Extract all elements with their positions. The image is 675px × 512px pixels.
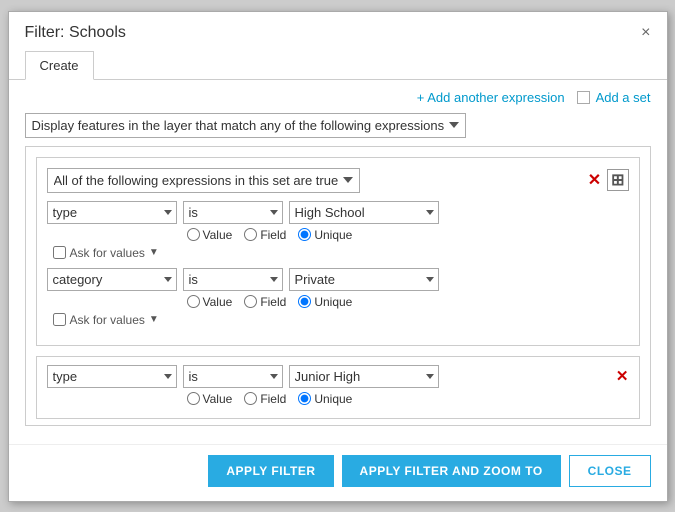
match-row: Display features in the layer that match…: [25, 113, 651, 138]
set1-expr2-op[interactable]: is: [183, 268, 283, 291]
add-expression-button[interactable]: + Add another expression: [417, 90, 565, 105]
set1-expr1-ask-label: Ask for values: [70, 246, 145, 260]
set1-expr1-field[interactable]: type: [47, 201, 177, 224]
set2-remove-icon[interactable]: ✕: [616, 367, 629, 385]
dialog-body: + Add another expression Add a set Displ…: [9, 80, 667, 436]
close-x-icon[interactable]: ×: [641, 25, 650, 41]
set1-expr1-op[interactable]: is: [183, 201, 283, 224]
set2-container: type is Junior High ✕ Value Field: [36, 356, 640, 419]
dialog-title: Filter: Schools: [25, 24, 126, 42]
set1-expr2-radio-value[interactable]: Value: [187, 295, 233, 309]
set1-expr1-row: type is High School: [47, 201, 629, 224]
set1-remove-icon[interactable]: ✕: [588, 170, 601, 190]
set1-expr1-ask-arrow[interactable]: ▼: [149, 247, 159, 258]
tab-create[interactable]: Create: [25, 51, 94, 80]
apply-filter-button[interactable]: APPLY FILTER: [208, 455, 333, 487]
title-bar: Filter: Schools ×: [9, 12, 667, 50]
set1-expr2-radio-group: Value Field Unique: [53, 295, 629, 309]
set1-expr1-radio-value[interactable]: Value: [187, 228, 233, 242]
set1-expr2-radio-unique[interactable]: Unique: [298, 295, 352, 309]
set1-container: All of the following expressions in this…: [36, 157, 640, 346]
add-set-checkbox-container: Add a set: [577, 90, 651, 105]
set2-expr1-radio-unique[interactable]: Unique: [298, 392, 352, 406]
toolbar-row: + Add another expression Add a set: [25, 90, 651, 105]
set1-expr1-radio-group: Value Field Unique: [53, 228, 629, 242]
set1-add-icon[interactable]: ⊞: [607, 169, 628, 191]
set2-expr1-radio-field[interactable]: Field: [244, 392, 286, 406]
set1-expr2-ask-checkbox[interactable]: [53, 313, 66, 326]
set2-expr1-value[interactable]: Junior High: [289, 365, 439, 388]
set2-expr1-op[interactable]: is: [183, 365, 283, 388]
set1-match-select[interactable]: All of the following expressions in this…: [47, 168, 360, 193]
set1-expr2-ask-arrow[interactable]: ▼: [149, 314, 159, 325]
close-button[interactable]: CLOSE: [569, 455, 651, 487]
set2-expr1-field[interactable]: type: [47, 365, 177, 388]
footer-buttons: APPLY FILTER APPLY FILTER AND ZOOM TO CL…: [9, 444, 667, 501]
set1-expr2-value[interactable]: Private: [289, 268, 439, 291]
tab-bar: Create: [9, 50, 667, 80]
set1-expr1-radio-field[interactable]: Field: [244, 228, 286, 242]
filter-dialog: Filter: Schools × Create + Add another e…: [8, 11, 668, 502]
set1-expr1-ask-row: Ask for values ▼: [47, 246, 629, 260]
set1-controls: ✕ ⊞: [588, 169, 629, 191]
set2-expr1-radio-group: Value Field Unique: [53, 392, 629, 406]
set1-expr2-field[interactable]: category: [47, 268, 177, 291]
set1-expr1-value[interactable]: High School: [289, 201, 439, 224]
set1-expr1-radio-unique[interactable]: Unique: [298, 228, 352, 242]
set1-expr2-ask-row: Ask for values ▼: [47, 313, 629, 327]
set1-expr2-ask-label: Ask for values: [70, 313, 145, 327]
add-set-button[interactable]: Add a set: [596, 90, 651, 105]
add-set-checkbox[interactable]: [577, 91, 590, 104]
apply-filter-zoom-button[interactable]: APPLY FILTER AND ZOOM TO: [342, 455, 561, 487]
match-select[interactable]: Display features in the layer that match…: [25, 113, 466, 138]
set1-expr1-ask-checkbox[interactable]: [53, 246, 66, 259]
set1-expr2-radio-field[interactable]: Field: [244, 295, 286, 309]
set1-expr2-row: category is Private: [47, 268, 629, 291]
scroll-area: All of the following expressions in this…: [25, 146, 651, 426]
set2-expr1-row: type is Junior High ✕: [47, 365, 629, 388]
set1-header: All of the following expressions in this…: [47, 168, 629, 193]
set2-expr1-radio-value[interactable]: Value: [187, 392, 233, 406]
